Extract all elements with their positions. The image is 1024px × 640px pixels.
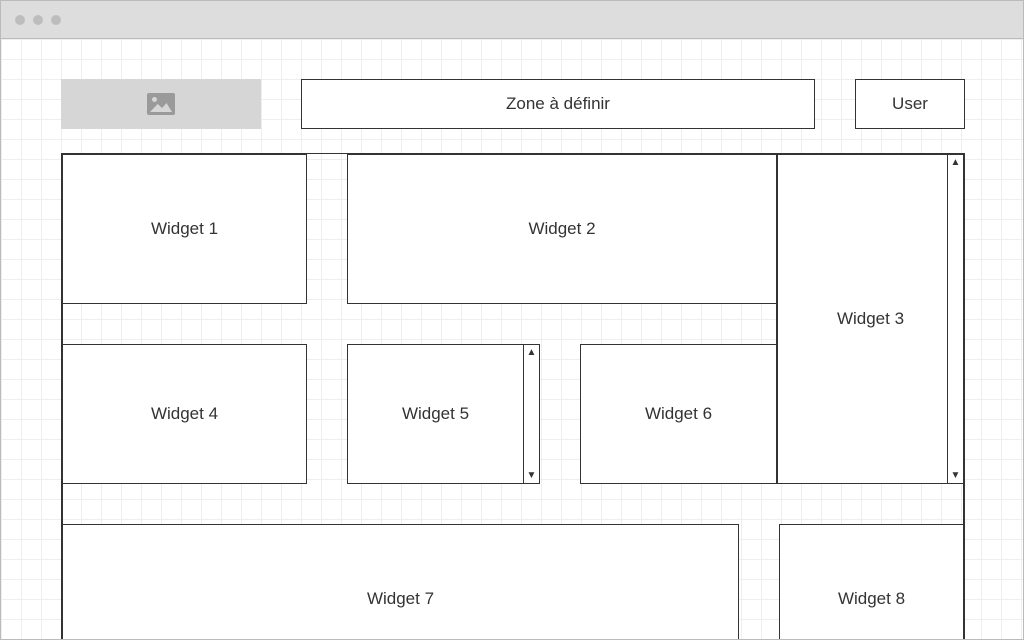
widget-label: Widget 7 xyxy=(367,589,434,609)
grid-gap xyxy=(62,304,777,344)
header-bar: Zone à définir User xyxy=(1,79,1023,129)
widget-label: Widget 8 xyxy=(838,589,905,609)
user-label: User xyxy=(892,94,928,114)
dashboard-grid: Widget 1 Widget 2 Widget 4 xyxy=(61,153,965,639)
widget-1[interactable]: Widget 1 xyxy=(62,154,307,304)
widget-label: Widget 5 xyxy=(402,404,469,424)
widget-5[interactable]: Widget 5 ▲ ▼ xyxy=(347,344,540,484)
scroll-up-icon[interactable]: ▲ xyxy=(951,157,961,168)
scrollbar[interactable]: ▲ ▼ xyxy=(947,155,963,483)
grid-gap xyxy=(62,484,964,524)
scrollbar[interactable]: ▲ ▼ xyxy=(523,345,539,483)
zone-to-define: Zone à définir xyxy=(301,79,815,129)
widget-4[interactable]: Widget 4 xyxy=(62,344,307,484)
logo-placeholder xyxy=(61,79,261,129)
window-close-dot[interactable] xyxy=(15,15,25,25)
user-box[interactable]: User xyxy=(855,79,965,129)
scroll-down-icon[interactable]: ▼ xyxy=(951,470,961,481)
titlebar xyxy=(1,1,1023,39)
widget-6[interactable]: Widget 6 xyxy=(580,344,777,484)
widget-7[interactable]: Widget 7 xyxy=(62,524,739,639)
image-icon xyxy=(147,93,175,115)
widget-2[interactable]: Widget 2 xyxy=(347,154,777,304)
app-window: Zone à définir User Widget 1 xyxy=(0,0,1024,640)
scroll-down-icon[interactable]: ▼ xyxy=(527,470,537,481)
window-minimize-dot[interactable] xyxy=(33,15,43,25)
widget-label: Widget 6 xyxy=(645,404,712,424)
wireframe-canvas: Zone à définir User Widget 1 xyxy=(1,39,1023,639)
scroll-up-icon[interactable]: ▲ xyxy=(527,347,537,358)
widget-label: Widget 4 xyxy=(151,404,218,424)
window-maximize-dot[interactable] xyxy=(51,15,61,25)
widget-8[interactable]: Widget 8 xyxy=(779,524,964,639)
zone-label: Zone à définir xyxy=(506,94,610,114)
widget-label: Widget 1 xyxy=(151,219,218,239)
widget-3[interactable]: Widget 3 ▲ ▼ xyxy=(777,154,964,484)
widget-label: Widget 2 xyxy=(528,219,595,239)
widget-label: Widget 3 xyxy=(837,309,904,329)
